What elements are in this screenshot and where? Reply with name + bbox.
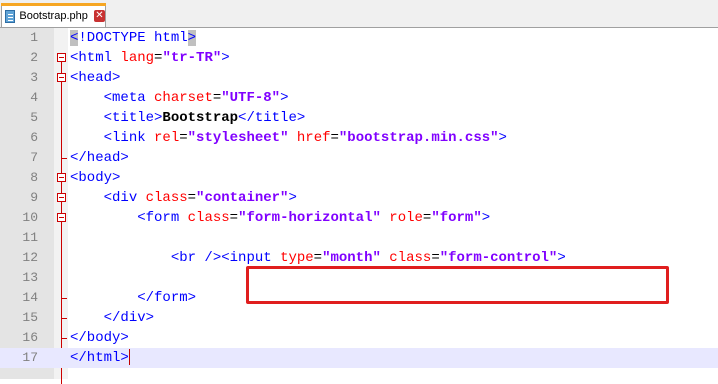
line-code: <div class="container"> — [103, 190, 297, 206]
line-number: 8 — [30, 170, 38, 185]
line-code: <html lang="tr-TR"> — [70, 50, 230, 66]
code-line[interactable]: 1 <!DOCTYPE html> — [0, 28, 718, 48]
line-code: <meta charset="UTF-8"> — [103, 90, 289, 106]
line-code: </form> — [137, 290, 197, 306]
code-line[interactable]: 3 <head> — [0, 68, 718, 88]
line-code: </body> — [70, 330, 129, 346]
code-line-current[interactable]: 17 </html> — [0, 348, 718, 368]
file-icon — [5, 9, 16, 23]
line-number: 14 — [22, 290, 38, 305]
line-code: <head> — [70, 70, 121, 86]
line-code: <title>Bootstrap</title> — [103, 110, 306, 126]
code-line[interactable]: 7 </head> — [0, 148, 718, 168]
tab-label: Bootstrap.php — [19, 10, 88, 22]
line-number: 16 — [22, 330, 38, 345]
line-code: <link rel="stylesheet" href="bootstrap.m… — [103, 130, 507, 146]
line-number: 15 — [22, 310, 38, 325]
line-number: 7 — [30, 150, 38, 165]
code-line[interactable]: 2 <html lang="tr-TR"> — [0, 48, 718, 68]
line-number: 3 — [30, 70, 38, 85]
highlight-annotation-box — [246, 266, 669, 304]
code-line[interactable]: 11 — [0, 228, 718, 248]
line-code: <br /><input type="month" class="form-co… — [170, 250, 566, 266]
code-line[interactable]: 10 <form class="form-horizontal" role="f… — [0, 208, 718, 228]
tab-bar: Bootstrap.php ✕ — [0, 0, 718, 28]
line-number: 10 — [22, 210, 38, 225]
line-code: </head> — [70, 150, 129, 166]
line-number: 4 — [30, 90, 38, 105]
code-line[interactable]: 4 <meta charset="UTF-8"> — [0, 88, 718, 108]
line-number: 13 — [22, 270, 38, 285]
tab-bootstrap-php[interactable]: Bootstrap.php ✕ — [1, 3, 106, 27]
code-line[interactable]: 8 <body> — [0, 168, 718, 188]
line-code: </html> — [70, 349, 130, 366]
line-number: 5 — [30, 110, 38, 125]
line-number: 11 — [22, 230, 38, 245]
close-icon[interactable]: ✕ — [93, 10, 105, 22]
code-line[interactable]: 12 <br /><input type="month" class="form… — [0, 248, 718, 268]
line-number: 9 — [30, 190, 38, 205]
code-line[interactable]: 6 <link rel="stylesheet" href="bootstrap… — [0, 128, 718, 148]
code-line[interactable]: 5 <title>Bootstrap</title> — [0, 108, 718, 128]
line-code: <form class="form-horizontal" role="form… — [137, 210, 491, 226]
line-code: </div> — [103, 310, 155, 326]
line-number: 17 — [22, 350, 38, 365]
code-editor[interactable]: 1 <!DOCTYPE html> 2 <html lang="tr-TR"> … — [0, 28, 718, 384]
line-code: <body> — [70, 170, 121, 186]
code-line[interactable]: 9 <div class="container"> — [0, 188, 718, 208]
line-number: 6 — [30, 130, 38, 145]
line-number: 12 — [22, 250, 38, 265]
code-line[interactable]: 16 </body> — [0, 328, 718, 348]
line-number: 1 — [30, 30, 38, 45]
line-code: <!DOCTYPE html> — [70, 30, 197, 46]
code-line[interactable]: 15 </div> — [0, 308, 718, 328]
text-caret — [128, 349, 130, 366]
line-number: 2 — [30, 50, 38, 65]
